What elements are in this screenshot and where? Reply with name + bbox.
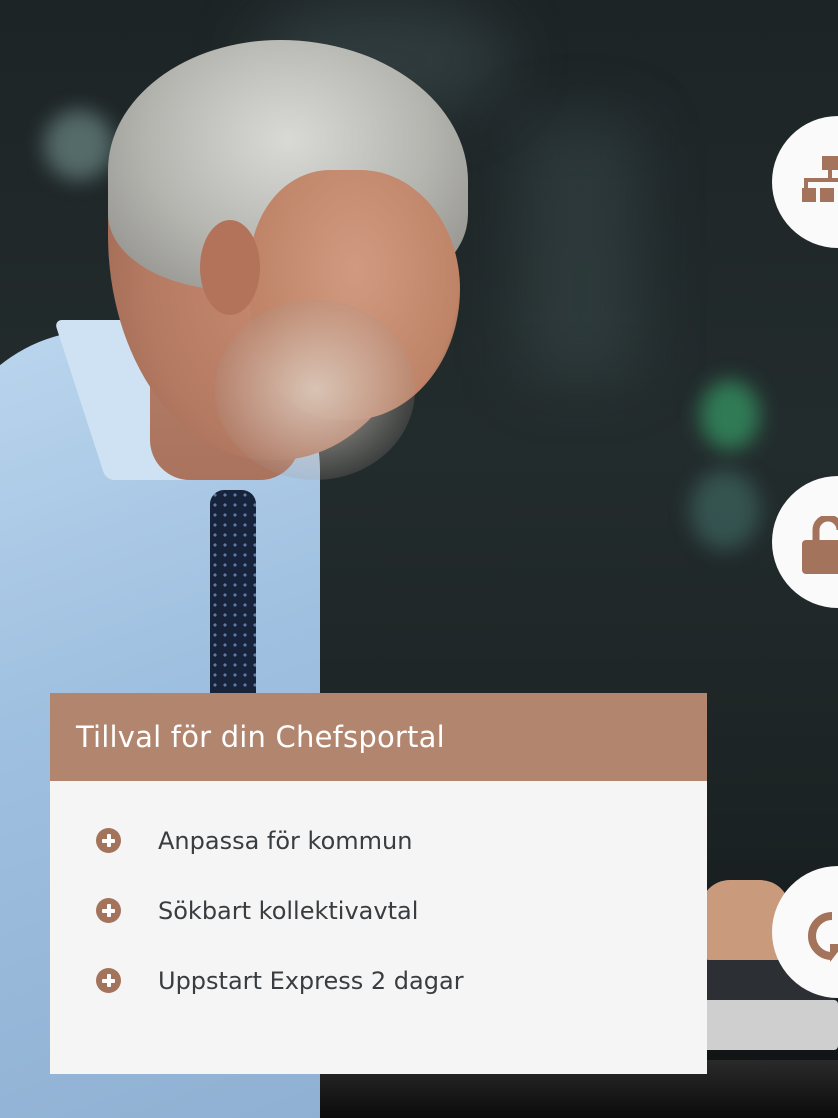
- addons-card: Tillval för din Chefsportal Anpassa för …: [50, 693, 707, 1074]
- addons-card-header: Tillval för din Chefsportal: [50, 693, 707, 781]
- feature-unlock-circle: [772, 476, 838, 608]
- tie: [210, 490, 256, 700]
- sitemap-icon: [802, 156, 838, 202]
- plus-circle-icon: [96, 828, 121, 853]
- hero-section: Tillval för din Chefsportal Anpassa för …: [0, 0, 838, 1118]
- background-light: [690, 470, 760, 550]
- addon-item-sokbart-kollektivavtal[interactable]: Sökbart kollektivavtal: [96, 893, 707, 928]
- addon-label: Anpassa för kommun: [158, 826, 413, 855]
- addons-list: Anpassa för kommun Sökbart kollektivavta…: [50, 781, 707, 998]
- addon-item-uppstart-express[interactable]: Uppstart Express 2 dagar: [96, 963, 707, 998]
- ear: [200, 220, 260, 315]
- plus-circle-icon: [96, 968, 121, 993]
- unlock-icon: [802, 516, 838, 574]
- addon-label: Uppstart Express 2 dagar: [158, 966, 464, 995]
- addons-card-title: Tillval för din Chefsportal: [76, 720, 445, 754]
- addon-label: Sökbart kollektivavtal: [158, 896, 419, 925]
- addon-item-anpassa-for-kommun[interactable]: Anpassa för kommun: [96, 823, 707, 858]
- feature-sitemap-circle: [772, 116, 838, 248]
- laptop: [700, 1000, 838, 1050]
- background-light: [700, 380, 760, 450]
- plus-circle-icon: [96, 898, 121, 923]
- refresh-icon: [808, 912, 838, 962]
- beard: [215, 300, 415, 480]
- background-light: [520, 120, 640, 380]
- background-light: [44, 110, 114, 180]
